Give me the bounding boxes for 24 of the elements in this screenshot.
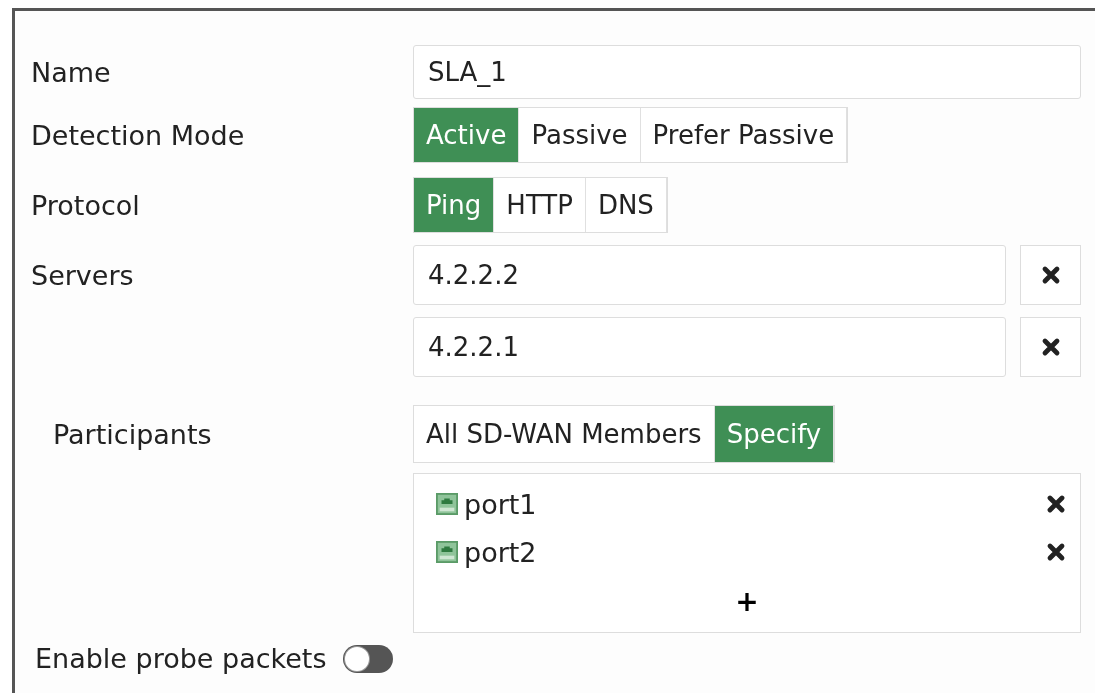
field-label: Participants — [53, 418, 212, 450]
close-icon — [1046, 494, 1066, 514]
field-label: Servers — [31, 259, 134, 291]
close-icon — [1046, 542, 1066, 562]
field-label: Protocol — [31, 189, 140, 221]
close-icon — [1040, 265, 1061, 285]
add-button[interactable]: + — [731, 584, 763, 618]
server-field[interactable]: 4.2.2.2 — [413, 245, 1006, 305]
field-label: Enable probe packets — [35, 643, 327, 674]
server-field[interactable]: 4.2.2.1 — [413, 317, 1006, 377]
name-field[interactable]: SLA_1 — [413, 45, 1081, 99]
toggle-switch[interactable] — [342, 644, 393, 673]
field-label: Name — [31, 56, 111, 88]
close-icon — [1040, 337, 1061, 357]
segment-option[interactable]: Active — [414, 108, 520, 162]
remove-button[interactable] — [1046, 494, 1066, 514]
field-label: Detection Mode — [31, 119, 245, 151]
network-port-icon — [436, 493, 458, 515]
network-port-icon — [436, 541, 458, 563]
member-name: port1 — [464, 488, 538, 520]
segment-option[interactable]: Ping — [414, 178, 495, 232]
remove-button[interactable] — [1046, 542, 1066, 562]
member-name: port2 — [464, 536, 538, 568]
segment-option[interactable]: Specify — [714, 406, 835, 462]
